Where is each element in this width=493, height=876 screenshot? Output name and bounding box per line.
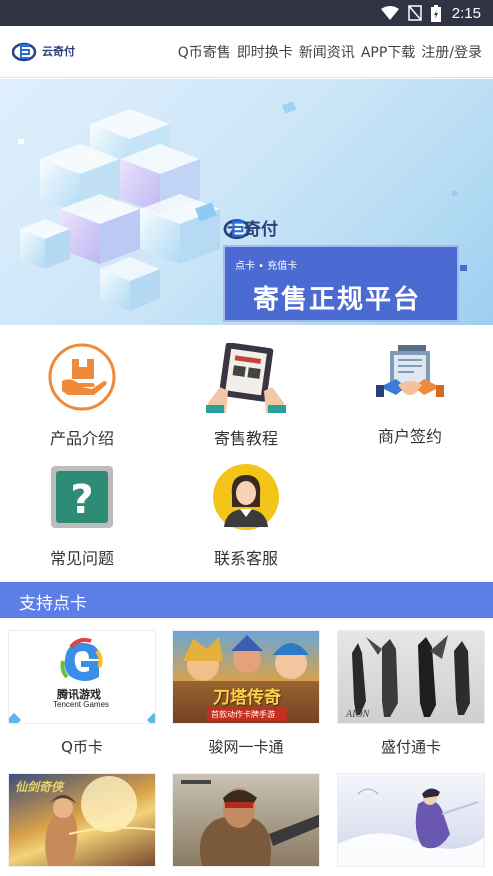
card-q-coin[interactable]: 腾讯游戏 Tencent Games Q币卡 [8, 630, 156, 757]
banner-logo-mark-icon [223, 219, 251, 240]
feature-consign-tutorial[interactable]: 寄售教程 [171, 342, 321, 449]
logo[interactable]: 云奇付 [12, 39, 75, 63]
contract-icon [376, 343, 444, 411]
card-image [172, 773, 320, 867]
logo-mark-icon [12, 42, 37, 62]
tutorial-icon [206, 342, 286, 413]
card-item-6[interactable] [337, 773, 485, 876]
banner-subtitle: 点卡 • 充值卡 [235, 261, 298, 272]
tencent-games-logo-icon [9, 637, 155, 723]
customer-service-icon [212, 463, 280, 531]
card-label: 骏网一卡通 [208, 738, 284, 756]
card-label: 盛付通卡 [380, 738, 441, 756]
card-image: 刀塔传奇 首款动作卡牌手游 [172, 630, 320, 724]
card-shengfutong[interactable]: AION 盛付通卡 [337, 630, 485, 757]
nav-instant-exchange[interactable]: 即时换卡 [237, 42, 293, 62]
card-art-subtitle: 首款动作卡牌手游 [211, 710, 275, 719]
card-item-4[interactable]: 仙剑奇侠 [8, 773, 156, 876]
card-image [337, 773, 485, 867]
feature-label: 联系客服 [213, 549, 278, 568]
card-art-title: 仙剑奇侠 [15, 780, 64, 794]
top-header: 云奇付 Q币寄售 即时换卡 新闻资讯 APP下载 注册/登录 [0, 26, 493, 78]
nav-register-login[interactable]: 注册/登录 [421, 42, 482, 62]
feature-label: 产品介绍 [49, 429, 114, 448]
card-label: Q币卡 [61, 738, 103, 756]
card-image: AION [337, 630, 485, 724]
nav-q-coin-consign[interactable]: Q币寄售 [178, 42, 231, 62]
nav-news[interactable]: 新闻资讯 [299, 42, 355, 62]
top-nav: Q币寄售 即时换卡 新闻资讯 APP下载 注册/登录 [178, 42, 482, 62]
wifi-icon [380, 6, 399, 20]
question-icon: ? [48, 463, 116, 531]
card-art-title: AION [346, 709, 370, 720]
card-item-5[interactable] [172, 773, 320, 876]
game-art-swordsman-icon [338, 788, 484, 866]
feature-faq[interactable]: ? 常见问题 [7, 463, 157, 569]
svg-text:?: ? [70, 477, 93, 523]
card-art-subtitle: Tencent Games [53, 700, 110, 709]
card-art-title: 刀塔传奇 [213, 688, 281, 708]
banner-logo: 云奇付 [223, 215, 278, 240]
banner-title-box: 点卡 • 充值卡 寄售正规平台 [223, 245, 459, 322]
clock: 2:15 [451, 4, 481, 22]
feature-label: 常见问题 [49, 549, 114, 568]
section-header-supported-cards: 支持点卡 [0, 582, 493, 618]
card-image: 腾讯游戏 Tencent Games [8, 630, 156, 724]
signal-off-icon [408, 5, 422, 21]
hero-banner[interactable]: 云奇付 点卡 • 充值卡 寄售正规平台 [0, 79, 493, 325]
game-art-soldier-icon [181, 780, 319, 866]
battery-icon [430, 4, 441, 22]
section-title: 支持点卡 [19, 594, 87, 614]
feature-label: 商户签约 [377, 427, 442, 446]
banner-title: 寄售正规平台 [253, 285, 422, 315]
feature-contact-support[interactable]: 联系客服 [171, 463, 321, 569]
card-image: 仙剑奇侠 [8, 773, 156, 867]
nav-app-download[interactable]: APP下载 [361, 42, 415, 62]
feature-merchant-contract[interactable]: 商户签约 [335, 343, 485, 447]
card-junnet[interactable]: 刀塔传奇 首款动作卡牌手游 骏网一卡通 [172, 630, 320, 757]
logo-text: 云奇付 [42, 45, 75, 58]
status-bar: 2:15 [0, 0, 493, 26]
feature-product-intro[interactable]: 产品介绍 [7, 343, 157, 449]
feature-label: 寄售教程 [213, 429, 278, 448]
product-icon [48, 343, 116, 411]
